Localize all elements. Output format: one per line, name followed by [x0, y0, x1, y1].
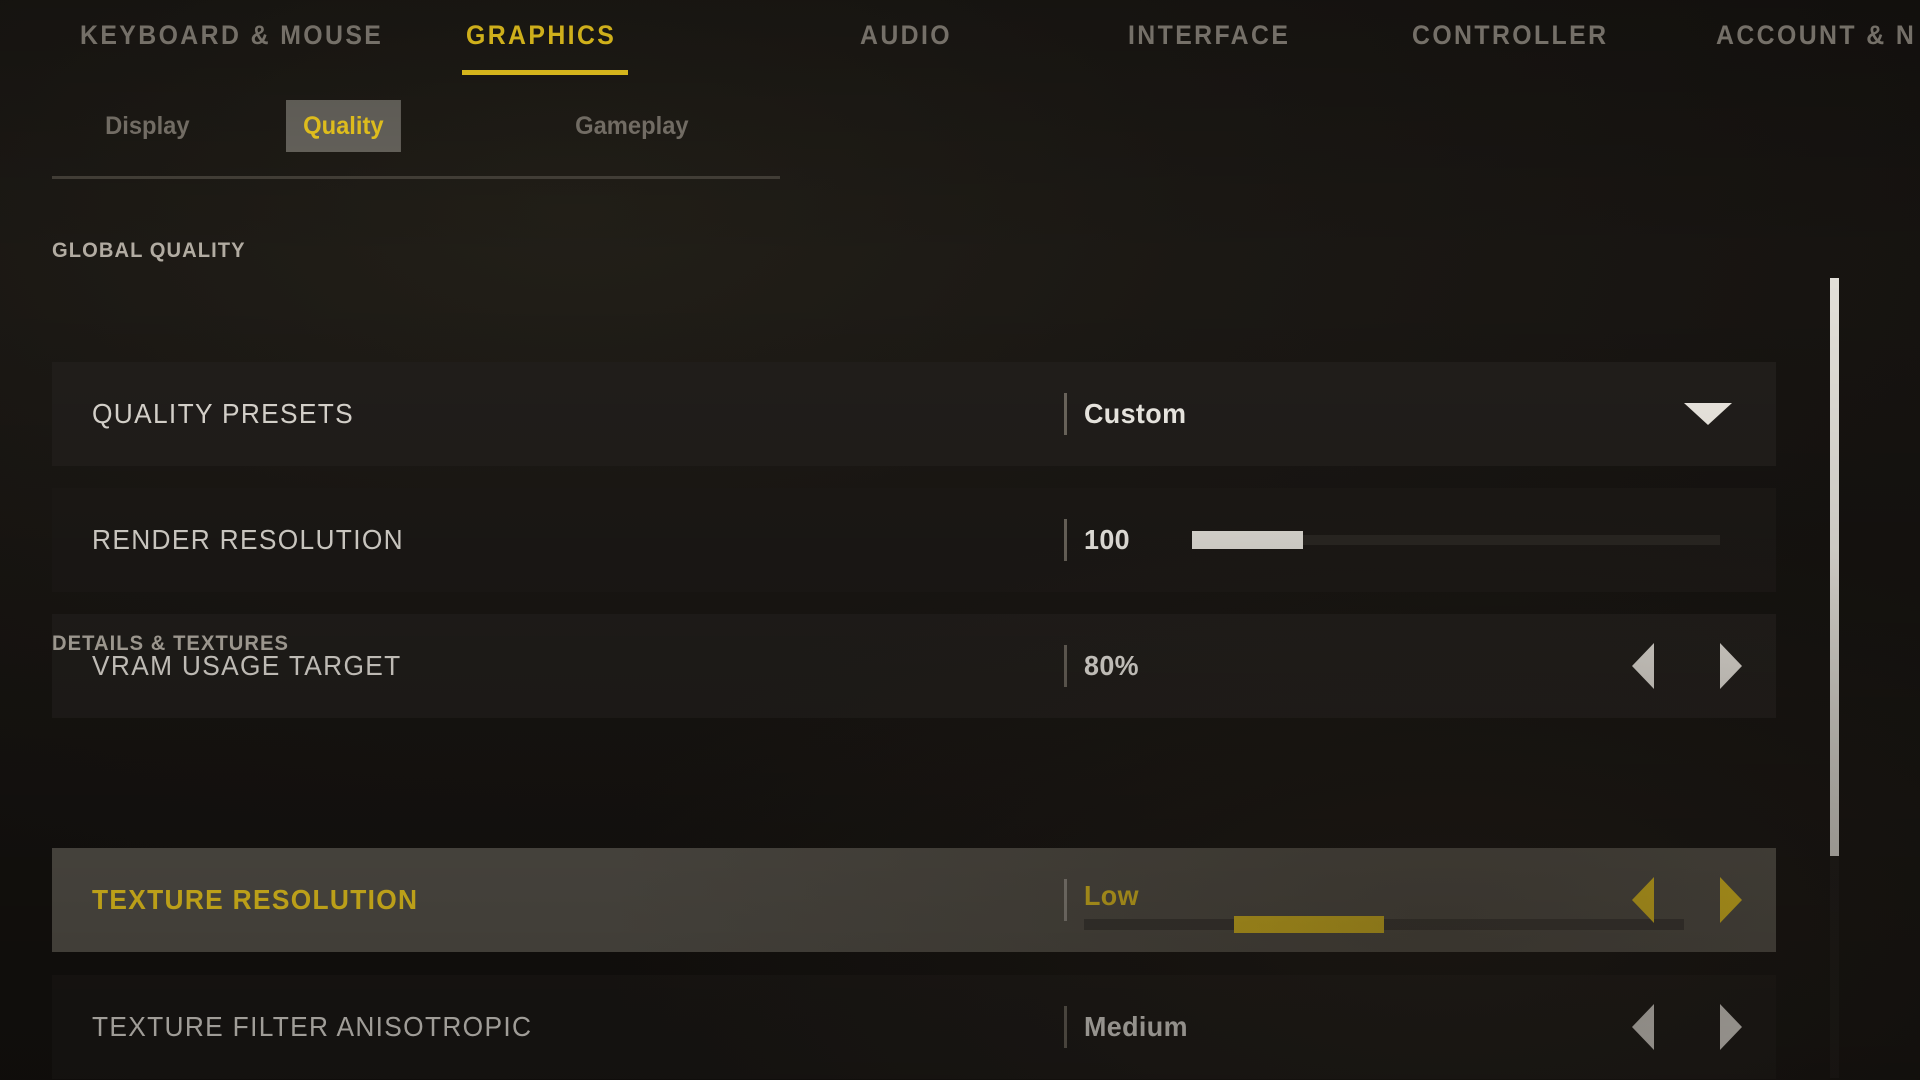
- setting-row-quality-presets[interactable]: QUALITY PRESETS Custom: [52, 362, 1776, 466]
- primary-tab-bar: KEYBOARD & MOUSE GRAPHICS AUDIO INTERFAC…: [0, 0, 1920, 95]
- setting-row-vram-usage-target[interactable]: VRAM USAGE TARGET 80%: [52, 614, 1776, 718]
- slider-fill: [1192, 531, 1303, 549]
- arrow-left-icon[interactable]: [1632, 1004, 1654, 1050]
- section-header-global-quality: GLOBAL QUALITY: [52, 239, 246, 262]
- arrow-right-icon[interactable]: [1720, 1004, 1742, 1050]
- settings-screen: KEYBOARD & MOUSE GRAPHICS AUDIO INTERFAC…: [0, 0, 1920, 1080]
- setting-value: Custom: [1084, 398, 1187, 429]
- tab-graphics[interactable]: GRAPHICS: [466, 20, 616, 51]
- chevron-down-icon[interactable]: [1684, 403, 1732, 425]
- subtabs-divider: [52, 176, 780, 179]
- value-separator: [1064, 519, 1067, 561]
- value-separator: [1064, 879, 1067, 921]
- tab-controller[interactable]: CONTROLLER: [1412, 20, 1608, 51]
- setting-row-texture-resolution[interactable]: TEXTURE RESOLUTION Low: [52, 848, 1776, 952]
- subtab-gameplay[interactable]: Gameplay: [558, 100, 706, 152]
- setting-value: 100: [1084, 524, 1131, 555]
- secondary-tab-bar: Display Quality Gameplay: [0, 100, 900, 180]
- value-separator: [1064, 393, 1067, 435]
- texture-resolution-level-bar[interactable]: [1084, 916, 1684, 933]
- level-bar-fill: [1234, 916, 1384, 933]
- setting-value: 80%: [1084, 650, 1139, 681]
- subtab-display[interactable]: Display: [88, 100, 207, 152]
- tab-account-and-network[interactable]: ACCOUNT & N: [1716, 20, 1916, 51]
- arrow-right-icon[interactable]: [1720, 643, 1742, 689]
- render-resolution-slider[interactable]: [1192, 531, 1720, 549]
- tab-audio[interactable]: AUDIO: [860, 20, 952, 51]
- setting-value: Low: [1084, 880, 1139, 912]
- arrow-right-icon[interactable]: [1720, 877, 1742, 923]
- stepper-arrows: [1632, 643, 1742, 689]
- setting-label: TEXTURE RESOLUTION: [92, 884, 419, 915]
- setting-row-render-resolution[interactable]: RENDER RESOLUTION 100: [52, 488, 1776, 592]
- stepper-arrows: [1632, 877, 1742, 923]
- setting-label: TEXTURE FILTER ANISOTROPIC: [92, 1011, 533, 1042]
- tab-keyboard-and-mouse[interactable]: KEYBOARD & MOUSE: [80, 20, 383, 51]
- section-header-details-and-textures: DETAILS & TEXTURES: [52, 632, 290, 655]
- value-separator: [1064, 1006, 1067, 1048]
- tab-interface[interactable]: INTERFACE: [1128, 20, 1290, 51]
- scrollbar-track[interactable]: [1830, 278, 1839, 1078]
- arrow-left-icon[interactable]: [1632, 877, 1654, 923]
- setting-value: Medium: [1084, 1011, 1188, 1042]
- value-separator: [1064, 645, 1067, 687]
- setting-row-texture-filter-anisotropic[interactable]: TEXTURE FILTER ANISOTROPIC Medium: [52, 975, 1776, 1079]
- setting-label: RENDER RESOLUTION: [92, 524, 404, 555]
- setting-label: QUALITY PRESETS: [92, 398, 355, 429]
- active-tab-underline: [462, 70, 628, 75]
- arrow-left-icon[interactable]: [1632, 643, 1654, 689]
- scrollbar-thumb[interactable]: [1830, 278, 1839, 856]
- stepper-arrows: [1632, 1004, 1742, 1050]
- subtab-quality[interactable]: Quality: [286, 100, 401, 152]
